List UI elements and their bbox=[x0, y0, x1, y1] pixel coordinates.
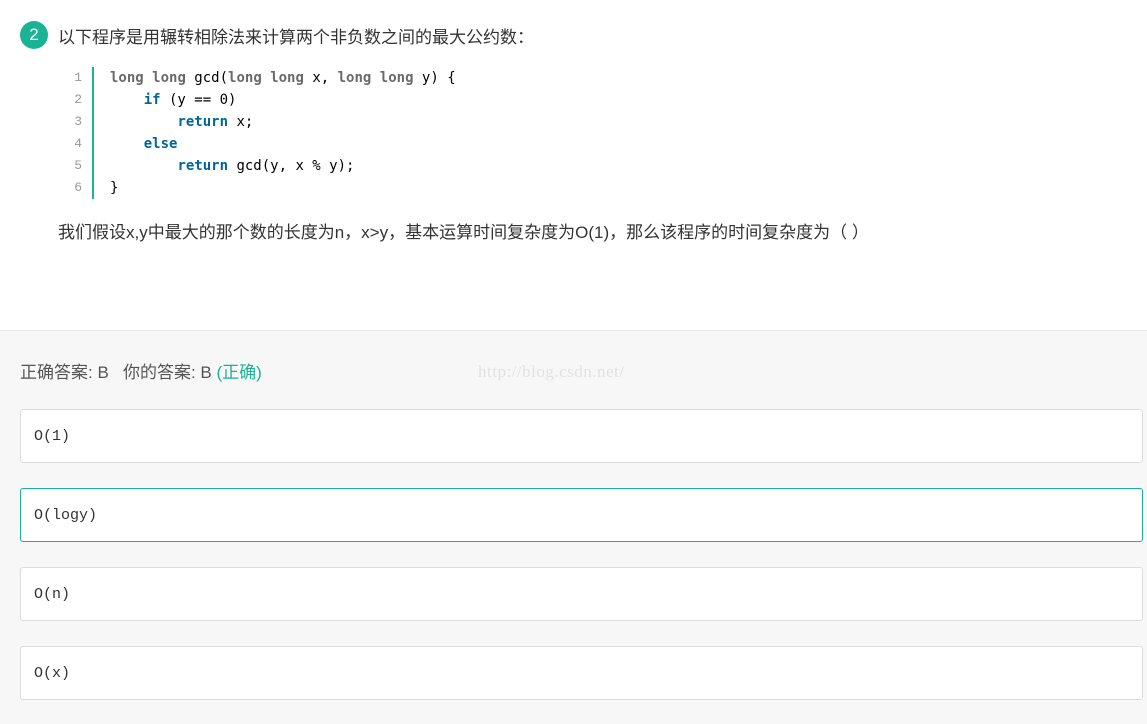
code-text-segment: y) { bbox=[413, 70, 456, 86]
question-panel: 2 以下程序是用辗转相除法来计算两个非负数之间的最大公约数： 1 2 3 4 5… bbox=[0, 0, 1147, 331]
code-line-4: else bbox=[110, 133, 456, 155]
code-text-segment: x; bbox=[228, 114, 254, 130]
watermark: http://blog.csdn.net/ bbox=[478, 362, 625, 381]
line-number: 6 bbox=[74, 180, 82, 195]
code-text-segment: x, bbox=[303, 70, 338, 86]
code-keyword: long bbox=[270, 70, 304, 86]
your-answer-value: B bbox=[200, 363, 212, 382]
option-d[interactable]: O(x) bbox=[20, 646, 1143, 700]
code-line-3: return x; bbox=[110, 111, 456, 133]
code-keyword: long bbox=[379, 70, 414, 86]
line-number: 1 bbox=[74, 70, 82, 85]
line-number: 3 bbox=[74, 114, 82, 129]
code-line-numbers: 1 2 3 4 5 6 bbox=[62, 67, 94, 199]
code-text-segment: gcd(y, x % y); bbox=[228, 158, 355, 174]
your-answer-label: 你的答案: bbox=[122, 363, 201, 382]
code-keyword: return bbox=[177, 114, 229, 130]
line-number: 4 bbox=[74, 136, 82, 151]
code-keyword: if bbox=[143, 92, 161, 108]
code-line-6: } bbox=[110, 177, 456, 199]
code-block: 1 2 3 4 5 6 long long gcd(long long x, l… bbox=[62, 67, 662, 199]
code-keyword: long bbox=[152, 70, 186, 86]
code-line-2: if (y == 0) bbox=[110, 89, 456, 111]
line-number: 5 bbox=[74, 158, 82, 173]
answer-panel: 正确答案: B 你的答案: B (正确) http://blog.csdn.ne… bbox=[0, 331, 1147, 724]
code-keyword: long bbox=[337, 70, 372, 86]
correct-answer-value: B bbox=[97, 363, 109, 382]
question-header: 2 以下程序是用辗转相除法来计算两个非负数之间的最大公约数： bbox=[20, 21, 534, 49]
answer-status: (正确) bbox=[216, 363, 262, 382]
code-text-segment: } bbox=[110, 180, 119, 196]
code-line-5: return gcd(y, x % y); bbox=[110, 155, 456, 177]
option-b[interactable]: O(logy) bbox=[20, 488, 1143, 542]
code-keyword: long bbox=[110, 70, 144, 86]
code-text: long long gcd(long long x, long long y) … bbox=[110, 67, 456, 199]
option-c[interactable]: O(n) bbox=[20, 567, 1143, 621]
code-keyword: return bbox=[177, 158, 229, 174]
code-text-segment: (y == 0) bbox=[160, 92, 237, 108]
question-number-badge: 2 bbox=[20, 21, 48, 49]
line-number: 2 bbox=[74, 92, 82, 107]
code-keyword: else bbox=[143, 136, 178, 152]
question-title: 以下程序是用辗转相除法来计算两个非负数之间的最大公约数： bbox=[58, 27, 534, 47]
code-text-segment: gcd( bbox=[185, 70, 229, 86]
answer-result: 正确答案: B 你的答案: B (正确) bbox=[20, 358, 262, 383]
code-keyword: long bbox=[228, 70, 262, 86]
question-description: 我们假设x,y中最大的那个数的长度为n，x>y，基本运算时间复杂度为O(1)，那… bbox=[58, 223, 869, 242]
option-a[interactable]: O(1) bbox=[20, 409, 1143, 463]
correct-answer-label: 正确答案: bbox=[20, 363, 98, 382]
code-line-1: long long gcd(long long x, long long y) … bbox=[110, 67, 456, 89]
